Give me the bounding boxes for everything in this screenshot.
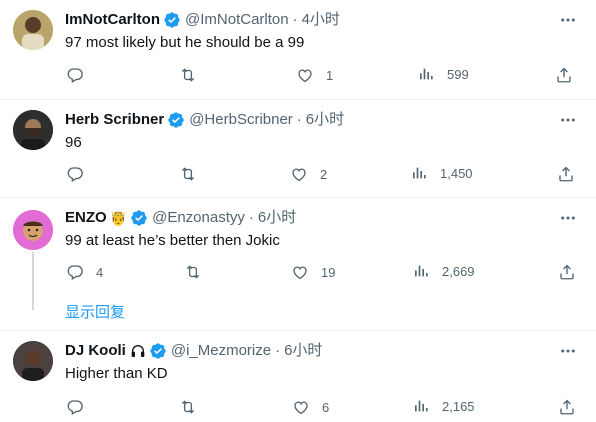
more-options-icon[interactable]: [558, 341, 578, 361]
like-count: 6: [322, 399, 330, 415]
more-options-icon[interactable]: [558, 110, 578, 130]
name-emoji: 🤴: [109, 210, 128, 226]
reply-icon: [67, 265, 83, 280]
like-count: 19: [321, 264, 336, 280]
reply-icon: [67, 68, 83, 83]
heart-icon: [294, 401, 308, 415]
avatar[interactable]: [13, 341, 53, 381]
author-handle[interactable]: @Enzonastyy: [152, 208, 245, 228]
retweet-icon: [181, 167, 195, 181]
tweet-text: 97 most likely but he should be a 99: [65, 34, 305, 51]
tweet-1[interactable]: ImNotCarlton @ImNotCarlton · 4小时 97 most…: [0, 0, 596, 99]
retweet-button[interactable]: [178, 165, 207, 183]
share-icon: [560, 399, 574, 415]
show-replies-link[interactable]: 显示回复: [65, 301, 125, 322]
share-icon: [560, 264, 574, 280]
tweet-3[interactable]: ENZO 🤴 @Enzonastyy · 6小时 99 at least he’…: [0, 198, 596, 330]
like-button[interactable]: 19: [291, 263, 335, 281]
author-name[interactable]: ENZO: [65, 208, 107, 228]
reply-button[interactable]: 4: [66, 263, 103, 281]
separator-dot: ·: [292, 11, 298, 28]
thread-dots: [32, 302, 36, 310]
reply-icon: [67, 167, 83, 182]
reply-button[interactable]: [66, 165, 93, 183]
author-name[interactable]: ImNotCarlton: [65, 10, 160, 30]
author-handle[interactable]: @HerbScribner: [189, 110, 293, 130]
avatar[interactable]: [13, 110, 53, 150]
views-button[interactable]: 2,669: [413, 263, 475, 279]
author-handle[interactable]: @i_Mezmorize: [171, 341, 271, 361]
timestamp[interactable]: 4小时: [302, 10, 340, 30]
tweet-text: Higher than KD: [65, 365, 168, 382]
reply-button[interactable]: [66, 398, 93, 416]
share-icon: [559, 166, 573, 182]
views-icon: [420, 68, 433, 80]
separator-dot: ·: [248, 209, 254, 226]
verified-badge-icon: [130, 209, 148, 227]
retweet-button[interactable]: [183, 263, 212, 281]
reply-button[interactable]: [66, 66, 93, 84]
like-button[interactable]: 1: [296, 66, 333, 84]
heart-icon: [292, 168, 306, 182]
tweet-4[interactable]: DJ Kooli @i_Mezmorize · 6小时 Higher than …: [0, 331, 596, 422]
retweet-button[interactable]: [178, 66, 207, 84]
tweet-text: 99 at least he’s better then Jokic: [65, 232, 280, 249]
share-button[interactable]: [557, 165, 575, 183]
verified-badge-icon: [163, 11, 181, 29]
heart-icon: [293, 266, 307, 280]
share-button[interactable]: [555, 66, 573, 84]
like-button[interactable]: 6: [292, 398, 329, 416]
more-options-icon[interactable]: [558, 208, 578, 228]
timestamp[interactable]: 6小时: [258, 208, 296, 228]
retweet-icon: [181, 68, 195, 82]
view-count: 2,165: [442, 398, 475, 414]
views-icon: [415, 265, 428, 277]
views-icon: [413, 167, 426, 179]
tweet-text: 96: [65, 134, 82, 151]
view-count: 2,669: [442, 263, 475, 279]
retweet-icon: [186, 265, 200, 279]
share-icon: [557, 67, 571, 83]
headphones-icon: [130, 343, 146, 359]
like-count: 1: [326, 67, 334, 83]
tweet-2[interactable]: Herb Scribner @HerbScribner · 6小时 96 2 1…: [0, 100, 596, 197]
views-button[interactable]: 1,450: [411, 165, 473, 181]
avatar[interactable]: [13, 10, 53, 50]
separator-dot: ·: [296, 111, 302, 128]
retweet-icon: [181, 400, 195, 414]
verified-badge-icon: [149, 342, 167, 360]
like-button[interactable]: 2: [290, 165, 327, 183]
view-count: 1,450: [440, 165, 473, 181]
separator-dot: ·: [275, 342, 281, 359]
timestamp[interactable]: 6小时: [306, 110, 344, 130]
verified-badge-icon: [167, 111, 185, 129]
views-button[interactable]: 599: [418, 66, 469, 82]
reply-count: 4: [96, 264, 104, 280]
view-count: 599: [447, 66, 469, 82]
share-button[interactable]: [558, 263, 576, 281]
like-count: 2: [320, 166, 328, 182]
author-name[interactable]: DJ Kooli: [65, 341, 126, 361]
author-name[interactable]: Herb Scribner: [65, 110, 164, 130]
author-handle[interactable]: @ImNotCarlton: [185, 10, 289, 30]
more-options-icon[interactable]: [558, 10, 578, 30]
avatar[interactable]: [13, 210, 53, 250]
timestamp[interactable]: 6小时: [284, 341, 322, 361]
heart-icon: [298, 69, 312, 83]
retweet-button[interactable]: [178, 398, 207, 416]
reply-icon: [67, 400, 83, 415]
share-button[interactable]: [558, 398, 576, 416]
views-button[interactable]: 2,165: [413, 398, 475, 414]
views-icon: [415, 400, 428, 412]
